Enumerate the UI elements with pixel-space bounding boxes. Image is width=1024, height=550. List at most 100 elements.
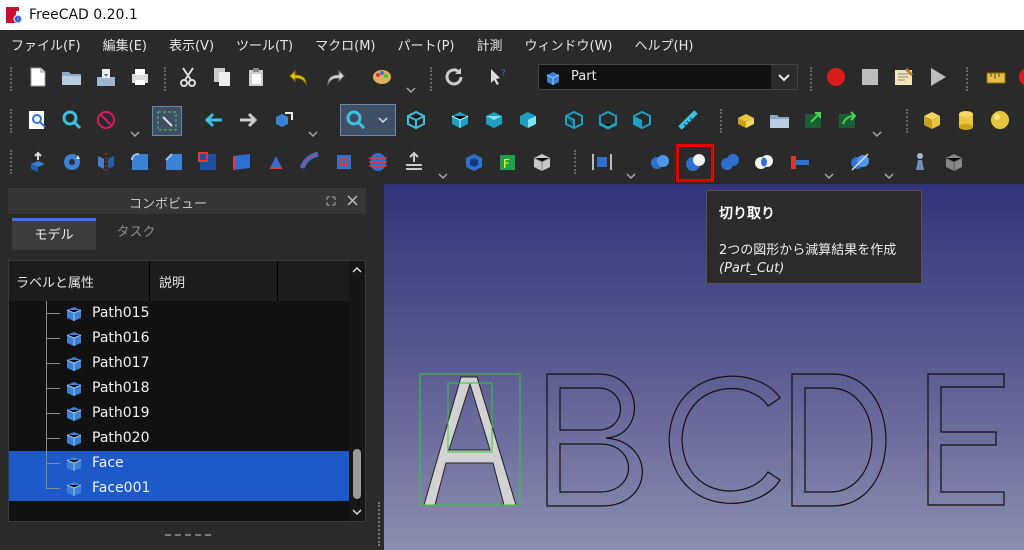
cross-sections-icon[interactable] [366, 150, 390, 174]
link-navigation-icon[interactable] [272, 108, 296, 132]
splitting-tools-icon[interactable] [848, 150, 872, 174]
toolbar-grip[interactable] [430, 67, 434, 91]
tree-item[interactable]: Path018 [9, 376, 349, 401]
run-macro-icon[interactable] [926, 65, 950, 89]
macro-edit-icon[interactable] [892, 65, 916, 89]
loft-icon[interactable] [264, 150, 288, 174]
tree-item-selected[interactable]: Face001 [9, 476, 349, 501]
toolbar-grip[interactable] [574, 150, 578, 174]
menu-tools[interactable]: ツール(T) [225, 35, 304, 54]
paste-icon[interactable] [244, 65, 268, 89]
toolbar-grip[interactable] [10, 109, 14, 133]
tree-item[interactable]: Path019 [9, 401, 349, 426]
shape-builder-icon[interactable] [530, 150, 554, 174]
measure-icon[interactable] [984, 65, 1008, 89]
standard-views-dropdown[interactable] [340, 104, 396, 136]
redo-icon[interactable] [322, 65, 346, 89]
toolbar-grip[interactable] [164, 67, 168, 91]
viewport-scene[interactable] [384, 184, 1024, 550]
copy-icon[interactable] [210, 65, 234, 89]
sweep-icon[interactable] [298, 150, 322, 174]
column-header-description[interactable]: 説明 [159, 272, 185, 291]
chevron-down-icon[interactable] [308, 124, 318, 138]
part-common-icon[interactable] [752, 150, 776, 174]
undock-icon[interactable] [326, 196, 336, 206]
macro-palette-icon[interactable] [370, 65, 394, 89]
bottom-view-icon[interactable] [596, 108, 620, 132]
chevron-down-icon[interactable] [771, 65, 797, 89]
compound-tools-icon[interactable] [590, 150, 614, 174]
measure-distance-icon[interactable] [676, 108, 700, 132]
fillet-icon[interactable] [128, 150, 152, 174]
undo-icon[interactable] [288, 65, 312, 89]
part-fuse-icon[interactable] [718, 150, 742, 174]
part-sphere-icon[interactable] [988, 108, 1012, 132]
stop-macro-icon[interactable] [858, 65, 882, 89]
menu-view[interactable]: 表示(V) [158, 35, 225, 54]
tree-item[interactable]: Path016 [9, 326, 349, 351]
section-icon[interactable] [332, 150, 356, 174]
chevron-down-icon[interactable] [130, 124, 140, 138]
front-view-icon[interactable] [448, 108, 472, 132]
print-icon[interactable] [128, 65, 152, 89]
fit-all-icon[interactable] [26, 108, 50, 132]
menu-macro[interactable]: マクロ(M) [304, 35, 386, 54]
part-cylinder-icon[interactable] [954, 108, 978, 132]
menu-help[interactable]: ヘルプ(H) [624, 35, 705, 54]
toolbar-grip[interactable] [906, 109, 910, 133]
chevron-up-icon[interactable] [352, 265, 362, 275]
chevron-down-icon[interactable] [626, 166, 636, 180]
chevron-down-icon[interactable] [884, 166, 894, 180]
toolbar-grip[interactable] [10, 67, 14, 91]
chevron-down-icon[interactable] [824, 166, 834, 180]
toolbar-grip[interactable] [810, 67, 814, 91]
save-icon[interactable] [94, 65, 118, 89]
mirror-icon[interactable] [94, 150, 118, 174]
record-macro-icon[interactable] [824, 65, 848, 89]
left-view-icon[interactable] [630, 108, 654, 132]
part-box-icon[interactable] [920, 108, 944, 132]
tab-task[interactable]: タスク [96, 218, 176, 250]
splitter-handle[interactable] [376, 184, 384, 550]
create-part-icon[interactable] [734, 108, 758, 132]
make-face-icon[interactable] [196, 150, 220, 174]
isometric-view-icon[interactable] [404, 108, 428, 132]
whats-this-icon[interactable]: ? [486, 65, 510, 89]
close-icon[interactable] [347, 195, 358, 206]
defeaturing-icon[interactable] [942, 150, 966, 174]
make-link-icon[interactable] [802, 108, 826, 132]
column-header-label[interactable]: ラベルと属性 [16, 272, 94, 291]
join-features-icon[interactable] [788, 150, 812, 174]
path-letter-c[interactable] [668, 375, 781, 504]
tree-item[interactable]: Path017 [9, 351, 349, 376]
new-document-icon[interactable] [26, 65, 50, 89]
chevron-down-icon[interactable] [352, 507, 362, 517]
rear-view-icon[interactable] [562, 108, 586, 132]
tab-model[interactable]: モデル [12, 218, 96, 250]
3d-viewport[interactable] [384, 184, 1024, 550]
toolbar-grip[interactable] [966, 67, 970, 91]
chamfer-icon[interactable] [162, 150, 186, 174]
measure-clear-icon[interactable] [1016, 65, 1024, 89]
projection-icon[interactable]: F [496, 150, 520, 174]
open-folder-icon[interactable] [60, 65, 84, 89]
chevron-down-icon[interactable] [438, 166, 448, 180]
chevron-down-icon[interactable] [406, 80, 416, 94]
menu-measure[interactable]: 計測 [465, 35, 513, 54]
path-letter-e[interactable] [927, 373, 1005, 506]
ruled-surface-icon[interactable] [230, 150, 254, 174]
refresh-icon[interactable] [442, 65, 466, 89]
tree-item[interactable]: Path020 [9, 426, 349, 451]
extrude-icon[interactable] [26, 150, 50, 174]
path-letter-d[interactable] [791, 373, 887, 507]
vertical-scrollbar[interactable] [349, 261, 365, 521]
boolean-icon[interactable] [648, 150, 672, 174]
thickness-icon[interactable] [462, 150, 486, 174]
box-selection-icon[interactable] [152, 106, 182, 136]
menu-part[interactable]: パート(P) [387, 35, 466, 54]
draw-style-icon[interactable] [94, 108, 118, 132]
menu-window[interactable]: ウィンドウ(W) [514, 35, 624, 54]
workbench-selector[interactable]: Part [538, 64, 798, 90]
offset-icon[interactable] [402, 150, 426, 174]
forward-arrow-icon[interactable] [236, 108, 260, 132]
